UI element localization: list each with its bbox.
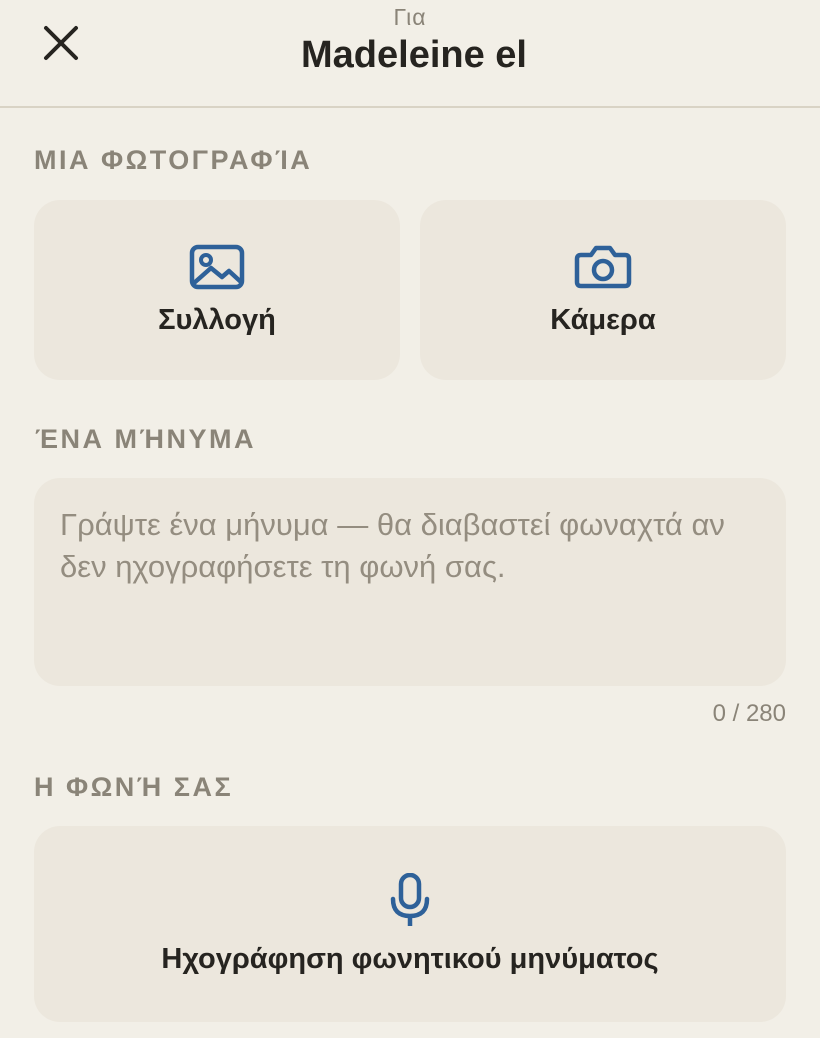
image-icon bbox=[189, 244, 245, 290]
camera-button[interactable]: Κάμερα bbox=[420, 200, 786, 380]
record-voice-button[interactable]: Ηχογράφηση φωνητικού μηνύματος bbox=[34, 826, 786, 1022]
gallery-button-label: Συλλογή bbox=[158, 303, 276, 336]
page-title: Madeleine el bbox=[301, 34, 527, 76]
header-subtitle: Για bbox=[393, 4, 427, 30]
header-bar: Για Madeleine el bbox=[0, 0, 820, 108]
record-voice-button-label: Ηχογράφηση φωνητικού μηνύματος bbox=[161, 942, 659, 975]
message-field[interactable] bbox=[34, 478, 786, 686]
message-section-label: ΈΝΑ ΜΉΝΥΜΑ bbox=[35, 424, 256, 454]
voice-section-label: Η ΦΩΝΉ ΣΑΣ bbox=[34, 772, 234, 802]
microphone-icon bbox=[388, 872, 432, 929]
gallery-button[interactable]: Συλλογή bbox=[34, 200, 400, 380]
message-input[interactable] bbox=[60, 504, 760, 660]
character-counter: 0 / 280 bbox=[712, 700, 786, 727]
camera-icon bbox=[573, 244, 633, 290]
photo-section-label: ΜΙΑ ΦΩΤΟΓΡΑΦΊΑ bbox=[34, 145, 313, 175]
camera-button-label: Κάμερα bbox=[550, 303, 656, 336]
